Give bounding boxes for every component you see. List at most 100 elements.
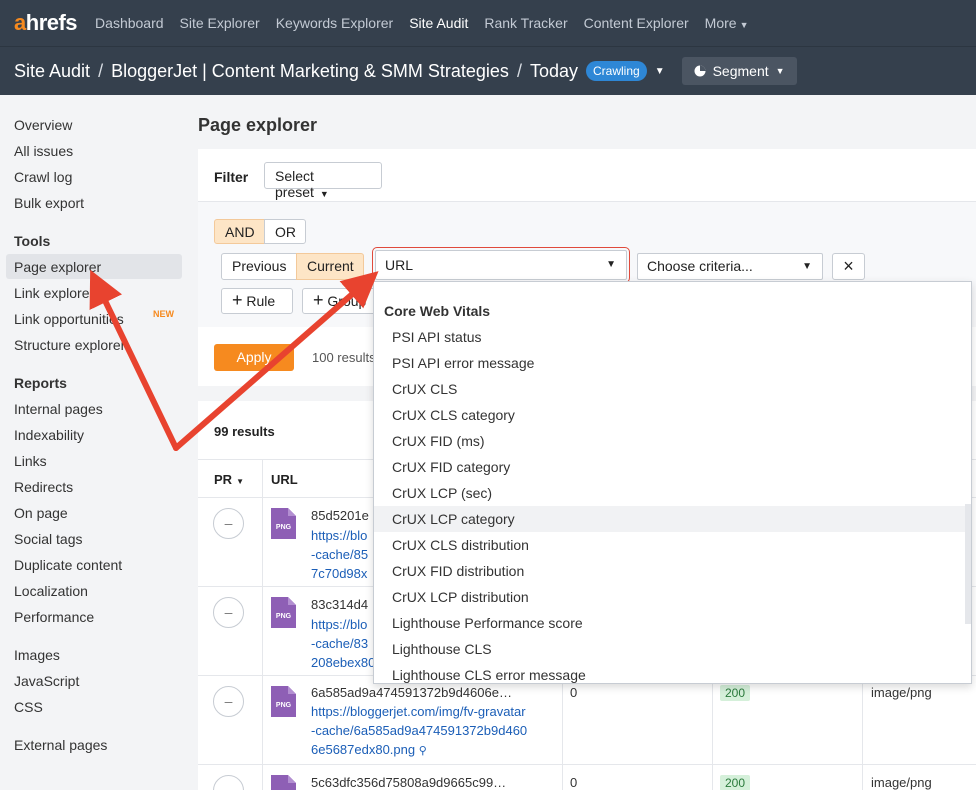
menu-item-crux-lcp-category[interactable]: CrUX LCP category [374, 506, 967, 532]
chevron-down-icon[interactable]: ▼ [655, 66, 665, 77]
sidebar-item-structure-explorer[interactable]: Structure explorer [14, 337, 125, 353]
ahrefs-logo[interactable]: a hrefs [14, 10, 78, 36]
row-value: 0 [570, 775, 578, 790]
menu-item-lighthouse-performance-score[interactable]: Lighthouse Performance score [374, 610, 967, 636]
sidebar-item-javascript[interactable]: JavaScript [14, 673, 79, 689]
pr-indicator: – [213, 508, 244, 539]
png-file-icon: PNG [271, 508, 296, 539]
sidebar-item-indexability[interactable]: Indexability [14, 427, 84, 443]
crumb-date[interactable]: Today [530, 61, 578, 82]
sidebar-item-images[interactable]: Images [14, 647, 60, 663]
svg-text:PNG: PNG [276, 613, 292, 620]
crumb-project[interactable]: BloggerJet | Content Marketing & SMM Str… [111, 61, 509, 82]
sidebar-item-links[interactable]: Links [14, 453, 47, 469]
png-file-icon: PNG [271, 775, 296, 790]
row-url-link[interactable]: https://blo -cache/83 208ebex80 [311, 615, 375, 672]
sidebar-item-external-pages[interactable]: External pages [14, 737, 107, 753]
search-icon[interactable]: ⚲ [419, 745, 427, 757]
menu-item-lighthouse-cls[interactable]: Lighthouse CLS [374, 636, 967, 662]
plus-icon: + [232, 290, 243, 310]
top-nav: a hrefs Dashboard Site Explorer Keywords … [0, 0, 976, 46]
filter-label: Filter [214, 169, 249, 185]
menu-scrollbar[interactable] [965, 504, 971, 624]
nav-keywords-explorer[interactable]: Keywords Explorer [276, 15, 394, 31]
column-header-pr[interactable]: PR ▼ [214, 472, 244, 487]
sidebar-item-social-tags[interactable]: Social tags [14, 531, 82, 547]
png-file-icon: PNG [271, 597, 296, 628]
status-badge: Crawling [586, 61, 647, 81]
sidebar-item-internal-pages[interactable]: Internal pages [14, 401, 103, 417]
row-url-link[interactable]: https://bloggerjet.com/img/fv-gravatar -c… [311, 702, 527, 761]
nav-more[interactable]: More ▼ [705, 15, 749, 31]
sidebar-item-link-explorer[interactable]: Link explorer [14, 285, 94, 301]
menu-item-crux-fid[interactable]: CrUX FID (ms) [374, 428, 967, 454]
results-title: 99 results [214, 424, 275, 439]
field-select[interactable]: URL ▼ [372, 247, 630, 283]
apply-button[interactable]: Apply [214, 344, 294, 371]
sidebar-item-crawl-log[interactable]: Crawl log [14, 169, 72, 185]
current-toggle[interactable]: Current [296, 253, 364, 280]
pr-indicator: – [213, 597, 244, 628]
sidebar-item-all-issues[interactable]: All issues [14, 143, 73, 159]
menu-item-crux-cls[interactable]: CrUX CLS [374, 376, 967, 402]
menu-item-psi-api-status[interactable]: PSI API status [374, 324, 967, 350]
nav-site-audit[interactable]: Site Audit [409, 15, 468, 31]
and-toggle[interactable]: AND [214, 219, 265, 244]
png-file-icon: PNG [271, 686, 296, 717]
sidebar-item-duplicate-content[interactable]: Duplicate content [14, 557, 122, 573]
crumb-site-audit[interactable]: Site Audit [14, 61, 90, 82]
status-badge: 200 [720, 685, 751, 701]
add-rule-button[interactable]: + Rule [221, 288, 293, 314]
criteria-select[interactable]: Choose criteria... ▼ [637, 253, 823, 280]
remove-rule-button[interactable]: × [832, 253, 865, 280]
row-title: 6a585ad9a474591372b9d4606e… [311, 685, 512, 700]
sidebar-item-localization[interactable]: Localization [14, 583, 88, 599]
results-preview: 100 results [312, 350, 376, 365]
menu-item-psi-api-error-message[interactable]: PSI API error message [374, 350, 967, 376]
page-title: Page explorer [198, 115, 318, 135]
svg-text:PNG: PNG [276, 524, 292, 531]
sidebar-item-css[interactable]: CSS [14, 699, 43, 715]
sidebar-item-page-explorer[interactable]: Page explorer [14, 259, 101, 275]
segment-button[interactable]: Segment ▼ [681, 57, 797, 85]
status-badge: 200 [720, 775, 751, 790]
sidebar-item-overview[interactable]: Overview [14, 117, 72, 133]
row-content-type: image/png [871, 775, 932, 790]
plus-icon: + [313, 290, 324, 310]
sidebar-item-performance[interactable]: Performance [14, 609, 94, 625]
nav-content-explorer[interactable]: Content Explorer [584, 15, 689, 31]
chevron-down-icon: ▼ [236, 477, 244, 486]
menu-item-crux-cls-distribution[interactable]: CrUX CLS distribution [374, 532, 967, 558]
menu-item-crux-lcp[interactable]: CrUX LCP (sec) [374, 480, 967, 506]
sidebar-heading-tools: Tools [14, 233, 51, 249]
row-content-type: image/png [871, 685, 932, 700]
select-preset-button[interactable]: Select preset ▼ [264, 162, 382, 200]
column-header-url[interactable]: URL [271, 472, 298, 487]
nav-dashboard[interactable]: Dashboard [95, 15, 164, 31]
nav-items: Dashboard Site Explorer Keywords Explore… [95, 15, 764, 31]
sidebar-item-link-opportunities[interactable]: Link opportunities [14, 311, 124, 327]
row-value: 0 [570, 685, 578, 700]
criteria-dropdown-menu[interactable]: Core Web Vitals PSI API status PSI API e… [373, 281, 972, 684]
breadcrumb-bar: Site Audit / BloggerJet | Content Market… [0, 46, 976, 95]
nav-site-explorer[interactable]: Site Explorer [180, 15, 260, 31]
previous-toggle[interactable]: Previous [221, 253, 297, 280]
nav-rank-tracker[interactable]: Rank Tracker [484, 15, 567, 31]
menu-item-crux-lcp-distribution[interactable]: CrUX LCP distribution [374, 584, 967, 610]
svg-text:PNG: PNG [276, 702, 292, 709]
sidebar: Overview All issues Crawl log Bulk expor… [0, 95, 190, 790]
or-toggle[interactable]: OR [264, 219, 306, 244]
sidebar-item-on-page[interactable]: On page [14, 505, 68, 521]
row-title: 83c314d4 [311, 597, 369, 612]
sidebar-item-bulk-export[interactable]: Bulk export [14, 195, 84, 211]
menu-item-lighthouse-cls-error-message[interactable]: Lighthouse CLS error message [374, 662, 967, 683]
close-icon: × [843, 256, 854, 276]
row-url-link[interactable]: https://blo -cache/85 7c70d98x [311, 526, 368, 583]
pr-indicator: – [213, 686, 244, 717]
chevron-down-icon: ▼ [739, 20, 749, 30]
menu-item-crux-cls-category[interactable]: CrUX CLS category [374, 402, 967, 428]
menu-item-crux-fid-distribution[interactable]: CrUX FID distribution [374, 558, 967, 584]
sidebar-item-redirects[interactable]: Redirects [14, 479, 73, 495]
chevron-down-icon: ▼ [775, 66, 785, 76]
menu-item-crux-fid-category[interactable]: CrUX FID category [374, 454, 967, 480]
